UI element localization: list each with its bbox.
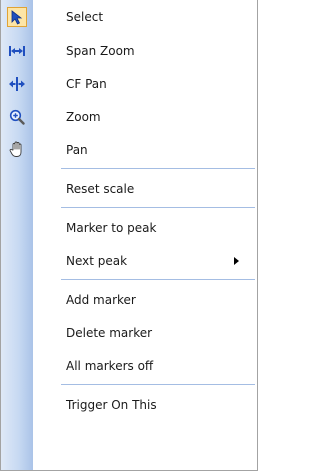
menu-item-label: CF Pan <box>66 76 107 91</box>
menu-item-trigger-on-this[interactable]: Trigger On This <box>1 388 257 421</box>
menu-item-label: Zoom <box>66 109 101 124</box>
menu-item-span-zoom[interactable]: Span Zoom <box>1 34 257 67</box>
menu-item-all-markers-off[interactable]: All markers off <box>1 349 257 382</box>
menu-item-label: Marker to peak <box>66 220 157 235</box>
context-menu: Select Span Zoom CF Pan Zoom Pan Reset s… <box>0 0 258 471</box>
submenu-arrow-icon <box>234 256 239 265</box>
menu-item-label: Span Zoom <box>66 43 135 58</box>
cursor-arrow-icon <box>7 7 27 27</box>
menu-item-label: Pan <box>66 142 88 157</box>
menu-item-label: Reset scale <box>66 181 135 196</box>
menu-item-pan[interactable]: Pan <box>1 133 257 166</box>
menu-item-label: All markers off <box>66 358 154 373</box>
menu-item-add-marker[interactable]: Add marker <box>1 283 257 316</box>
zoom-icon <box>7 107 27 127</box>
menu-item-label: Delete marker <box>66 325 153 340</box>
menu-item-marker-to-peak[interactable]: Marker to peak <box>1 211 257 244</box>
menu-item-label: Add marker <box>66 292 136 307</box>
menu-item-label: Next peak <box>66 253 128 268</box>
menu-items: Select Span Zoom CF Pan Zoom Pan Reset s… <box>1 0 257 421</box>
menu-item-zoom[interactable]: Zoom <box>1 100 257 133</box>
span-zoom-icon <box>7 41 27 61</box>
menu-item-label: Select <box>66 10 104 24</box>
menu-item-label: Trigger On This <box>66 397 157 412</box>
cf-pan-icon <box>7 74 27 94</box>
hand-pan-icon <box>7 140 27 160</box>
menu-item-cf-pan[interactable]: CF Pan <box>1 67 257 100</box>
menu-item-delete-marker[interactable]: Delete marker <box>1 316 257 349</box>
menu-item-next-peak[interactable]: Next peak <box>1 244 257 277</box>
menu-item-reset-scale[interactable]: Reset scale <box>1 172 257 205</box>
menu-item-select[interactable]: Select <box>1 0 257 34</box>
